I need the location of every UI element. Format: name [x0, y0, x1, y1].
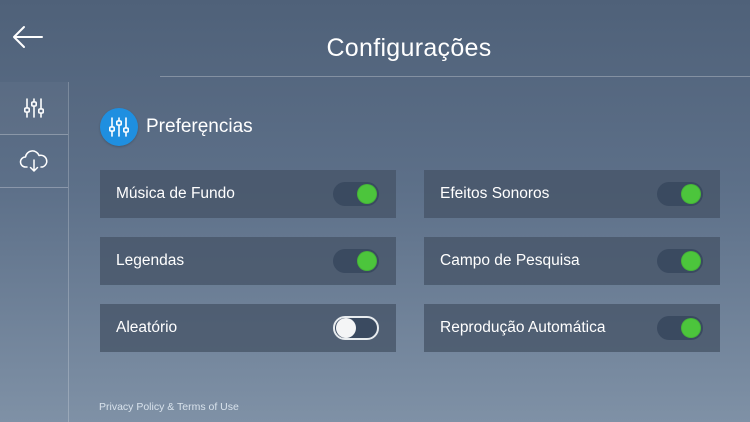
shuffle-toggle[interactable] [333, 316, 379, 340]
setting-label: Legendas [116, 252, 185, 269]
arrow-left-icon [13, 26, 43, 48]
sound-effects-toggle[interactable] [657, 182, 703, 206]
sidebar-item-preferences[interactable] [0, 82, 68, 135]
page-title: Configurações [326, 34, 492, 62]
toggle-knob [357, 251, 377, 271]
back-button[interactable] [8, 20, 48, 54]
search-field-toggle[interactable] [657, 249, 703, 273]
cloud-download-icon [19, 150, 48, 172]
toggle-knob [681, 184, 701, 204]
setting-label: Efeitos Sonoros [440, 185, 550, 202]
section-header: Preferęncias [100, 108, 253, 146]
setting-row-subtitles[interactable]: Legendas [100, 237, 396, 285]
toggle-knob [336, 318, 356, 338]
subtitles-toggle[interactable] [333, 249, 379, 273]
toggle-knob [357, 184, 377, 204]
sidebar-item-downloads[interactable] [0, 135, 68, 188]
setting-row-background-music[interactable]: Música de Fundo [100, 170, 396, 218]
privacy-policy-link[interactable]: Privacy Policy & Terms of Use [99, 401, 239, 413]
header-divider [160, 76, 750, 77]
page-header: Configurações [68, 34, 750, 63]
setting-label: Música de Fundo [116, 185, 235, 202]
toggle-knob [681, 318, 701, 338]
setting-label: Campo de Pesquisa [440, 252, 580, 269]
toggle-knob [681, 251, 701, 271]
sidebar [0, 82, 69, 422]
setting-label: Reprodução Automática [440, 319, 606, 336]
setting-row-shuffle[interactable]: Aleatório [100, 304, 396, 352]
setting-row-search-field[interactable]: Campo de Pesquisa [424, 237, 720, 285]
autoplay-toggle[interactable] [657, 316, 703, 340]
sliders-icon [108, 117, 130, 137]
background-music-toggle[interactable] [333, 182, 379, 206]
setting-row-autoplay[interactable]: Reprodução Automática [424, 304, 720, 352]
settings-grid: Música de Fundo Efeitos Sonoros Legendas… [100, 170, 720, 352]
section-title: Preferęncias [146, 116, 253, 137]
sliders-icon [23, 98, 45, 118]
section-icon-badge [100, 108, 138, 146]
setting-row-sound-effects[interactable]: Efeitos Sonoros [424, 170, 720, 218]
setting-label: Aleatório [116, 319, 178, 336]
